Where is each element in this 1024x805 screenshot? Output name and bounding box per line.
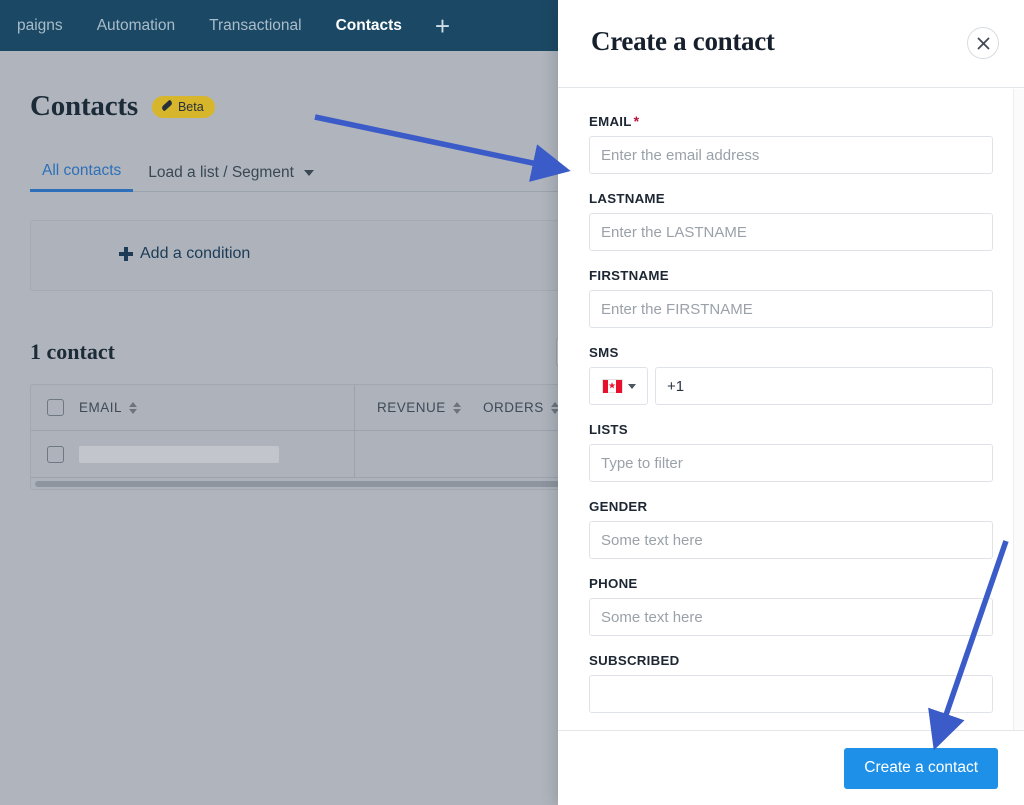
page-title-row: Contacts Beta: [30, 90, 215, 123]
nav-item-automation[interactable]: Automation: [80, 0, 192, 51]
tab-load-list-segment-label: Load a list / Segment: [148, 164, 294, 181]
field-firstname-label: FIRSTNAME: [589, 268, 669, 283]
panel-vertical-scrollbar[interactable]: [1013, 89, 1024, 730]
field-phone: PHONE: [589, 576, 993, 636]
phone-input[interactable]: [589, 598, 993, 636]
sms-input-group: ★: [589, 367, 993, 405]
field-subscribed: SUBSCRIBED: [589, 653, 993, 713]
create-contact-panel: Create a contact EMAIL* LASTNAME FI: [558, 0, 1024, 805]
field-firstname: FIRSTNAME: [589, 268, 993, 328]
lastname-input[interactable]: [589, 213, 993, 251]
add-condition-button[interactable]: Add a condition: [119, 245, 250, 263]
column-header-revenue[interactable]: REVENUE: [355, 400, 483, 415]
field-sms-label: SMS: [589, 345, 619, 360]
beta-badge-label: Beta: [177, 99, 204, 114]
checkbox-box: [46, 445, 64, 463]
field-gender-label: GENDER: [589, 499, 648, 514]
tab-load-list-segment[interactable]: Load a list / Segment: [133, 164, 329, 191]
nav-item-contacts[interactable]: Contacts: [319, 0, 419, 51]
firstname-input[interactable]: [589, 290, 993, 328]
sort-icon: [129, 401, 138, 414]
create-contact-button[interactable]: Create a contact: [844, 747, 998, 789]
panel-footer: Create a contact: [558, 730, 1024, 805]
chevron-down-icon: [627, 383, 636, 389]
required-indicator: *: [633, 113, 640, 129]
column-header-email-label: EMAIL: [79, 400, 123, 415]
country-code-dropdown[interactable]: ★: [589, 367, 648, 405]
filter-condition-panel: Add a condition: [30, 220, 565, 291]
nav-item-campaigns[interactable]: paigns: [0, 0, 80, 51]
subscribed-input[interactable]: [589, 675, 993, 713]
status-badge-beta: Beta: [151, 95, 215, 118]
field-gender: GENDER: [589, 499, 993, 559]
contacts-tab-bar: All contacts Load a list / Segment: [30, 156, 565, 192]
row-select-checkbox[interactable]: [31, 445, 79, 463]
field-lastname-label: LASTNAME: [589, 191, 665, 206]
redacted-email-value: [79, 445, 279, 463]
panel-header: Create a contact: [558, 0, 1024, 88]
table-row[interactable]: [31, 431, 564, 478]
column-header-orders-label: ORDERS: [483, 400, 544, 415]
select-all-checkbox[interactable]: [31, 399, 79, 416]
field-sms: SMS ★: [589, 345, 993, 405]
column-header-revenue-label: REVENUE: [377, 400, 446, 415]
field-subscribed-label: SUBSCRIBED: [589, 653, 680, 668]
column-header-email[interactable]: EMAIL: [79, 400, 354, 415]
contact-count-label: 1 contact: [30, 339, 115, 364]
table-header-row: EMAIL REVENUE ORDERS: [31, 385, 564, 431]
panel-form-body: EMAIL* LASTNAME FIRSTNAME SMS ★: [558, 89, 1024, 730]
flag-canada-icon: ★: [601, 379, 623, 393]
table-horizontal-scrollbar[interactable]: [31, 478, 564, 489]
email-input[interactable]: [589, 136, 993, 174]
field-lists: LISTS: [589, 422, 993, 482]
close-icon[interactable]: [967, 27, 999, 59]
gender-input[interactable]: [589, 521, 993, 559]
field-phone-label: PHONE: [589, 576, 638, 591]
field-email: EMAIL *: [589, 113, 993, 174]
sort-icon: [452, 401, 461, 414]
add-tab-icon[interactable]: +: [419, 3, 466, 49]
screen: paigns Automation Transactional Contacts…: [0, 0, 1024, 805]
nav-item-transactional[interactable]: Transactional: [192, 0, 318, 51]
plus-icon: [119, 247, 133, 261]
page-title: Contacts: [30, 90, 138, 122]
contacts-table: EMAIL REVENUE ORDERS: [30, 384, 565, 490]
field-lastname: LASTNAME: [589, 191, 993, 251]
checkbox-box: [46, 399, 64, 416]
flask-icon: [160, 100, 173, 113]
sms-number-input[interactable]: [655, 367, 993, 405]
column-divider: [354, 431, 355, 477]
lists-filter-input[interactable]: [589, 444, 993, 482]
column-header-orders[interactable]: ORDERS: [483, 400, 564, 415]
cell-email: [79, 445, 354, 463]
field-email-label-text: EMAIL: [589, 114, 632, 129]
tab-all-contacts[interactable]: All contacts: [30, 162, 134, 192]
add-condition-label: Add a condition: [140, 245, 251, 262]
field-lists-label: LISTS: [589, 422, 628, 437]
panel-title: Create a contact: [591, 26, 775, 56]
chevron-down-icon: [304, 169, 315, 176]
field-email-label: EMAIL *: [589, 113, 993, 129]
